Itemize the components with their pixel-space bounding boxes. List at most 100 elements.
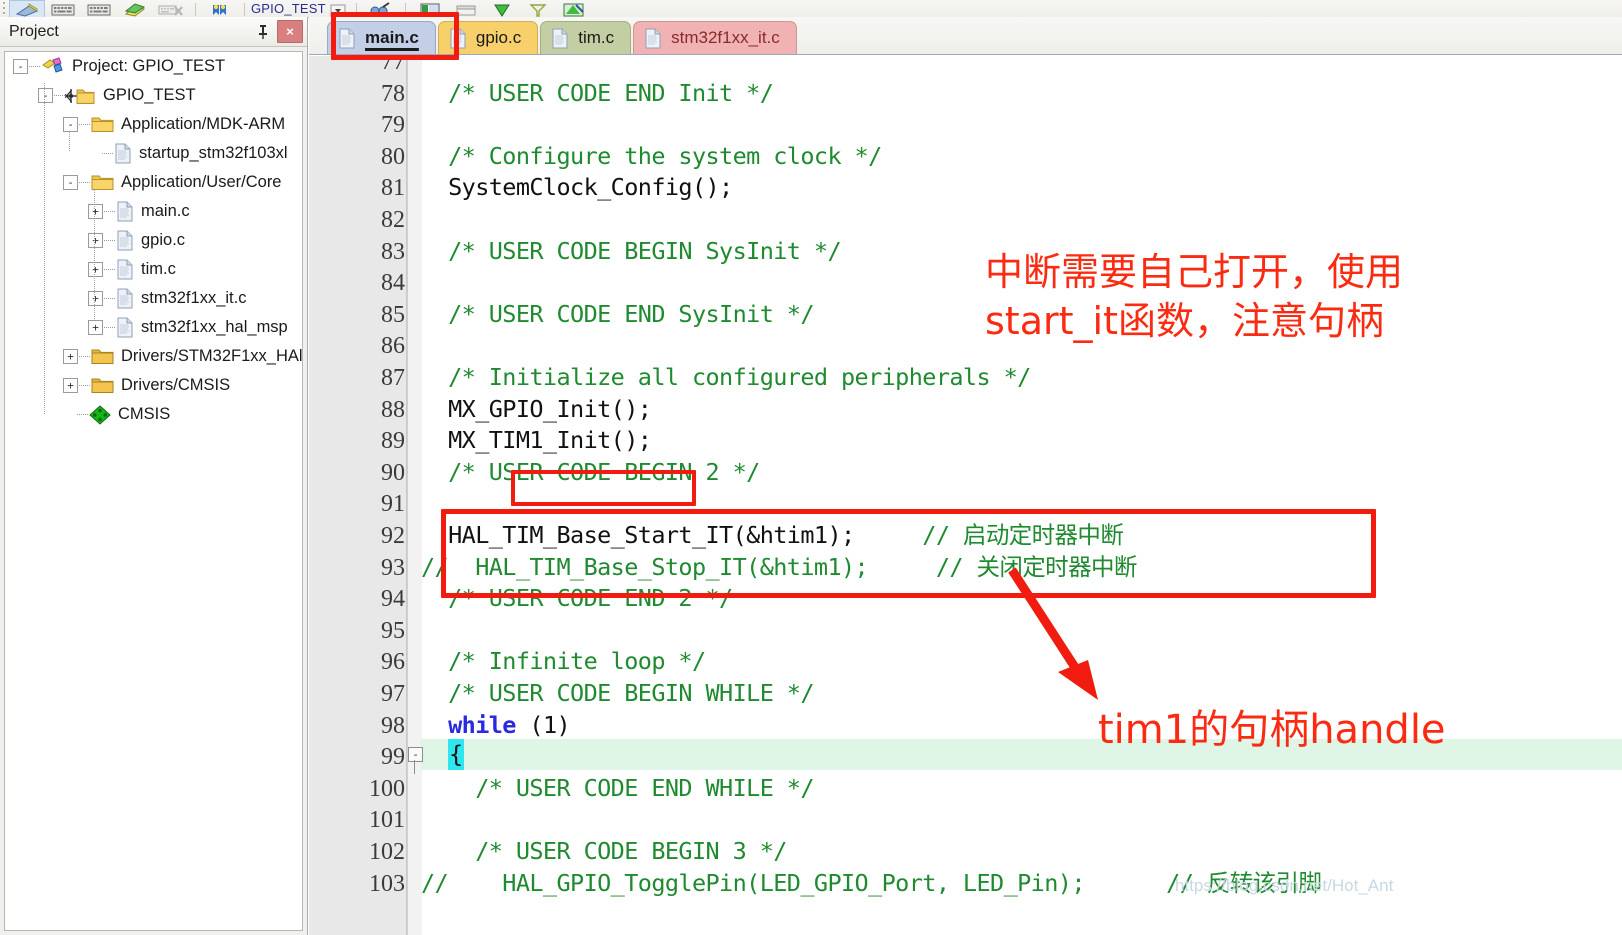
- text-caret: {: [448, 739, 465, 771]
- keyboard-delete-icon[interactable]: [153, 0, 189, 17]
- tree-item-stm32f1xx-it-c[interactable]: + stm32f1xx_it.c: [5, 284, 302, 313]
- expand-toggle-icon[interactable]: +: [63, 349, 78, 364]
- file-icon: [551, 28, 569, 49]
- code-token: /* USER CODE END Init */: [421, 78, 774, 107]
- tree-item-application-user-core[interactable]: - Application/User/Core: [5, 168, 302, 197]
- collapse-toggle-icon[interactable]: -: [13, 59, 28, 74]
- keyboard-icon-1[interactable]: [45, 0, 81, 17]
- tree-connector: [79, 355, 90, 358]
- tree-item-label: Drivers/STM32F1xx_HAl: [121, 347, 303, 365]
- tree-item-drivers-stm32f1xx-hal[interactable]: + Drivers/STM32F1xx_HAl: [5, 342, 302, 371]
- code-line[interactable]: /* USER CODE BEGIN WHILE */: [421, 679, 814, 707]
- code-line[interactable]: /* USER CODE END SysInit */: [421, 302, 814, 327]
- tree-item-startup-stm32f103xl[interactable]: startup_stm32f103xl: [5, 139, 302, 168]
- folder-icon: [91, 347, 114, 366]
- code-line[interactable]: while (1): [421, 713, 571, 738]
- tab-tim-c[interactable]: tim.c: [540, 21, 632, 54]
- file-icon: [644, 28, 662, 49]
- configure-target-icon[interactable]: [556, 0, 592, 17]
- build-icon[interactable]: [9, 0, 45, 17]
- tree-item-label: GPIO_TEST: [103, 86, 196, 104]
- code-line[interactable]: SystemClock_Config();: [421, 176, 733, 200]
- line-number: 96: [381, 649, 405, 676]
- file-icon: [114, 143, 132, 164]
- tree-connector: [77, 413, 88, 416]
- tree-item-gpio-c[interactable]: + gpio.c: [5, 226, 302, 255]
- tree-connector: [79, 384, 90, 387]
- code-line[interactable]: /* USER CODE END WHILE */: [421, 776, 814, 801]
- line-number: 97: [381, 681, 405, 707]
- code-pane[interactable]: 77 78 79 80 81 82 83 84 85 86 87 88 89 90 91 92 93 94 95 96…: [309, 56, 1622, 935]
- tree-item-label: stm32f1xx_hal_msp: [141, 318, 288, 336]
- line-number: 78: [381, 80, 405, 107]
- code-line[interactable]: /* Initialize all configured peripherals…: [421, 365, 1031, 390]
- file-icon: [116, 230, 134, 251]
- tree-item-tim-c[interactable]: + tim.c: [5, 255, 302, 284]
- line-number: 93: [381, 554, 405, 581]
- expand-toggle-icon[interactable]: +: [88, 262, 103, 277]
- code-line[interactable]: /* Infinite loop */: [421, 650, 706, 674]
- code-line[interactable]: /* USER CODE BEGIN SysInit */: [421, 236, 842, 265]
- file-icon: [116, 317, 134, 338]
- top-toolbar: GPIO_TEST: [0, 0, 1622, 18]
- file-icon: [116, 201, 134, 222]
- code-fold-toggle[interactable]: -: [408, 747, 423, 763]
- line-number: 79: [381, 112, 405, 139]
- expand-toggle-icon[interactable]: +: [88, 233, 103, 248]
- code-token: /* Infinite loop */: [421, 647, 706, 676]
- editor-tab-bar: main.c gpio.c tim.c stm32f1xx_it.c: [309, 17, 1622, 55]
- green-diamond-down-icon[interactable]: [484, 0, 520, 17]
- line-number: 95: [381, 617, 405, 644]
- target-selector-value[interactable]: GPIO_TEST: [251, 1, 326, 17]
- line-number: 81: [381, 175, 405, 202]
- tree-item-label: main.c: [141, 202, 190, 220]
- bookmark-icon[interactable]: [202, 0, 238, 17]
- tree-item-gpio-test[interactable]: - GPIO_TEST: [5, 81, 302, 110]
- books-icon[interactable]: [117, 0, 153, 17]
- tree-connector: [104, 297, 115, 300]
- code-line[interactable]: /* Configure the system clock */: [421, 144, 882, 169]
- keyboard-icon-2[interactable]: [81, 0, 117, 17]
- tab-label: stm32f1xx_it.c: [671, 28, 780, 47]
- code-line[interactable]: /* USER CODE END Init */: [421, 78, 774, 107]
- expand-toggle-icon[interactable]: +: [88, 204, 103, 219]
- tree-item-cmsis[interactable]: CMSIS: [5, 400, 302, 429]
- line-number: 88: [381, 396, 405, 423]
- tree-item-stm32f1xx-hal-msp[interactable]: + stm32f1xx_hal_msp: [5, 313, 302, 342]
- tree-item-application-mdk-arm[interactable]: - Application/MDK-ARM: [5, 110, 302, 139]
- tree-item-label: Drivers/CMSIS: [121, 376, 231, 394]
- code-token: /* USER CODE BEGIN SysInit */: [421, 236, 842, 265]
- line-number: 85: [381, 301, 405, 328]
- tree-connector: [79, 123, 90, 126]
- expand-toggle-icon[interactable]: +: [63, 378, 78, 393]
- line-number: 83: [381, 238, 405, 265]
- line-number: 80: [381, 143, 405, 170]
- expand-toggle-icon[interactable]: +: [88, 320, 103, 335]
- project-tree[interactable]: - Project: GPIO_TEST - GPIO_TEST - Applicatio…: [4, 51, 303, 931]
- collapse-toggle-icon[interactable]: -: [38, 88, 53, 103]
- pin-icon[interactable]: [251, 21, 275, 43]
- code-line[interactable]: /* USER CODE BEGIN 3 */: [421, 839, 787, 864]
- tree-item-project-gpio-test[interactable]: - Project: GPIO_TEST: [5, 52, 302, 81]
- code-token: /* USER CODE BEGIN WHILE */: [421, 679, 814, 707]
- collapse-toggle-icon[interactable]: -: [63, 175, 78, 190]
- collapse-toggle-icon[interactable]: -: [63, 117, 78, 132]
- tab-highlight-box: [331, 12, 459, 60]
- project-icon: [41, 56, 65, 77]
- tree-item-label: Application/MDK-ARM: [121, 115, 286, 133]
- tab-stm32f1xx-it-c[interactable]: stm32f1xx_it.c: [633, 21, 797, 54]
- close-icon[interactable]: ×: [277, 20, 303, 43]
- toolbar-grip[interactable]: [0, 0, 9, 17]
- code-line[interactable]: MX_TIM1_Init();: [421, 428, 652, 453]
- file-icon: [116, 259, 134, 280]
- funnel-icon[interactable]: [520, 0, 556, 17]
- line-number: 89: [381, 428, 405, 455]
- user-code-highlight-box: [511, 470, 696, 506]
- fold-guide: [414, 760, 415, 775]
- code-token: SystemClock_Config();: [421, 173, 733, 202]
- tree-connector: [104, 326, 115, 329]
- tree-item-main-c[interactable]: + main.c: [5, 197, 302, 226]
- expand-toggle-icon[interactable]: +: [88, 291, 103, 306]
- tree-item-drivers-cmsis[interactable]: + Drivers/CMSIS: [5, 371, 302, 400]
- code-line[interactable]: MX_GPIO_Init();: [421, 397, 652, 422]
